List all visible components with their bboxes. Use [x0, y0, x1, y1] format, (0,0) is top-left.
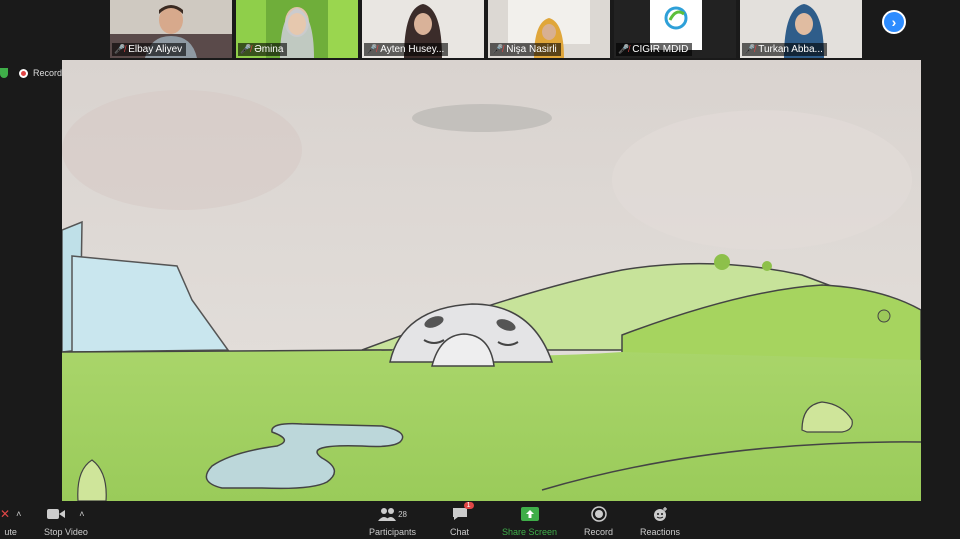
- participant-name-tag: 🎤̸ Elbay Aliyev: [112, 43, 187, 56]
- chat-button[interactable]: 1 Chat: [450, 502, 474, 537]
- chat-label: Chat: [450, 527, 470, 537]
- participant-name: CIGIR MDID: [632, 44, 689, 55]
- participant-name: Turkan Abba...: [758, 44, 823, 55]
- participant-tile[interactable]: 🎤̸ Elbay Aliyev: [110, 0, 232, 58]
- reactions-label: Reactions: [640, 527, 681, 537]
- participants-icon: [378, 508, 397, 521]
- chat-notification-badge: 1: [463, 502, 474, 509]
- participant-name-tag: 🎤̸ CIGIR MDID: [616, 43, 693, 56]
- share-screen-label: Share Screen: [502, 527, 558, 537]
- participants-count: 28: [398, 509, 407, 519]
- participant-tile[interactable]: 🎤̸ Turkan Abba...: [740, 0, 862, 58]
- participant-name-tag: 🎤̸ Ayten Husey...: [364, 43, 449, 56]
- smiley-reactions-icon: [654, 507, 668, 521]
- participant-name: Elbay Aliyev: [128, 44, 183, 55]
- participant-name: Nişa Nasirli: [506, 44, 557, 55]
- muted-mic-icon: 🎤̸: [366, 44, 378, 54]
- participants-label: Participants: [369, 527, 417, 537]
- participant-name-tag: 🎤̸ Nişa Nasirli: [490, 43, 561, 56]
- participant-tile[interactable]: 🎤̸ Ayten Husey...: [362, 0, 484, 58]
- shared-screen-cartoon: [62, 60, 921, 501]
- record-button[interactable]: Record: [584, 504, 613, 537]
- participant-name-tag: 🎤̸ Turkan Abba...: [742, 43, 827, 56]
- muted-mic-icon: 🎤̸: [618, 44, 630, 54]
- stop-video-label: Stop Video: [44, 527, 88, 537]
- chevron-up-icon[interactable]: ˄: [16, 509, 21, 519]
- muted-mic-icon: 🎤̸: [744, 44, 756, 54]
- video-camera-icon: [47, 509, 66, 519]
- participant-tile[interactable]: 🎤̸ Əmina: [236, 0, 358, 58]
- security-shield-icon: [0, 68, 8, 78]
- reactions-button[interactable]: Reactions: [640, 504, 680, 537]
- muted-mic-icon: ✕: [0, 507, 11, 521]
- share-screen-button[interactable]: Share Screen: [502, 504, 557, 537]
- meeting-toolbar: ✕ ˄ ute ˄ Stop Video 28 Participants 1 Ch…: [0, 501, 960, 539]
- participant-tile-active-speaker[interactable]: 🎤̸ Nişa Nasirli: [488, 0, 610, 58]
- participant-name: Əmina: [254, 44, 284, 55]
- chevron-up-icon[interactable]: ˄: [79, 509, 84, 519]
- record-label: Record: [584, 527, 614, 537]
- participant-name-tag: 🎤̸ Əmina: [238, 43, 288, 56]
- muted-mic-icon: 🎤̸: [492, 44, 504, 54]
- record-icon: [590, 506, 607, 522]
- muted-mic-icon: 🎤̸: [240, 44, 252, 54]
- chat-bubble-icon: [452, 508, 467, 520]
- shared-screen: [62, 60, 921, 501]
- zoom-meeting-window: 🎤̸ Elbay Aliyev 🎤̸ Əmina 🎤̸ Ayten Husey...: [0, 0, 960, 539]
- stop-video-button[interactable]: ˄ Stop Video: [44, 504, 88, 537]
- muted-mic-icon: 🎤̸: [114, 44, 126, 54]
- share-screen-arrow-icon: [520, 507, 539, 521]
- mute-button[interactable]: ✕ ˄ ute: [0, 504, 21, 537]
- next-page-chevron-icon[interactable]: ›: [882, 10, 906, 34]
- participant-tile[interactable]: 🎤̸ CIGIR MDID: [614, 0, 736, 58]
- participant-name: Ayten Husey...: [380, 44, 445, 55]
- participant-strip: 🎤̸ Elbay Aliyev 🎤̸ Əmina 🎤̸ Ayten Husey...: [110, 0, 862, 58]
- recording-dot-icon: [19, 68, 28, 78]
- participants-button[interactable]: 28 Participants: [369, 504, 416, 537]
- mute-label: ute: [4, 527, 17, 537]
